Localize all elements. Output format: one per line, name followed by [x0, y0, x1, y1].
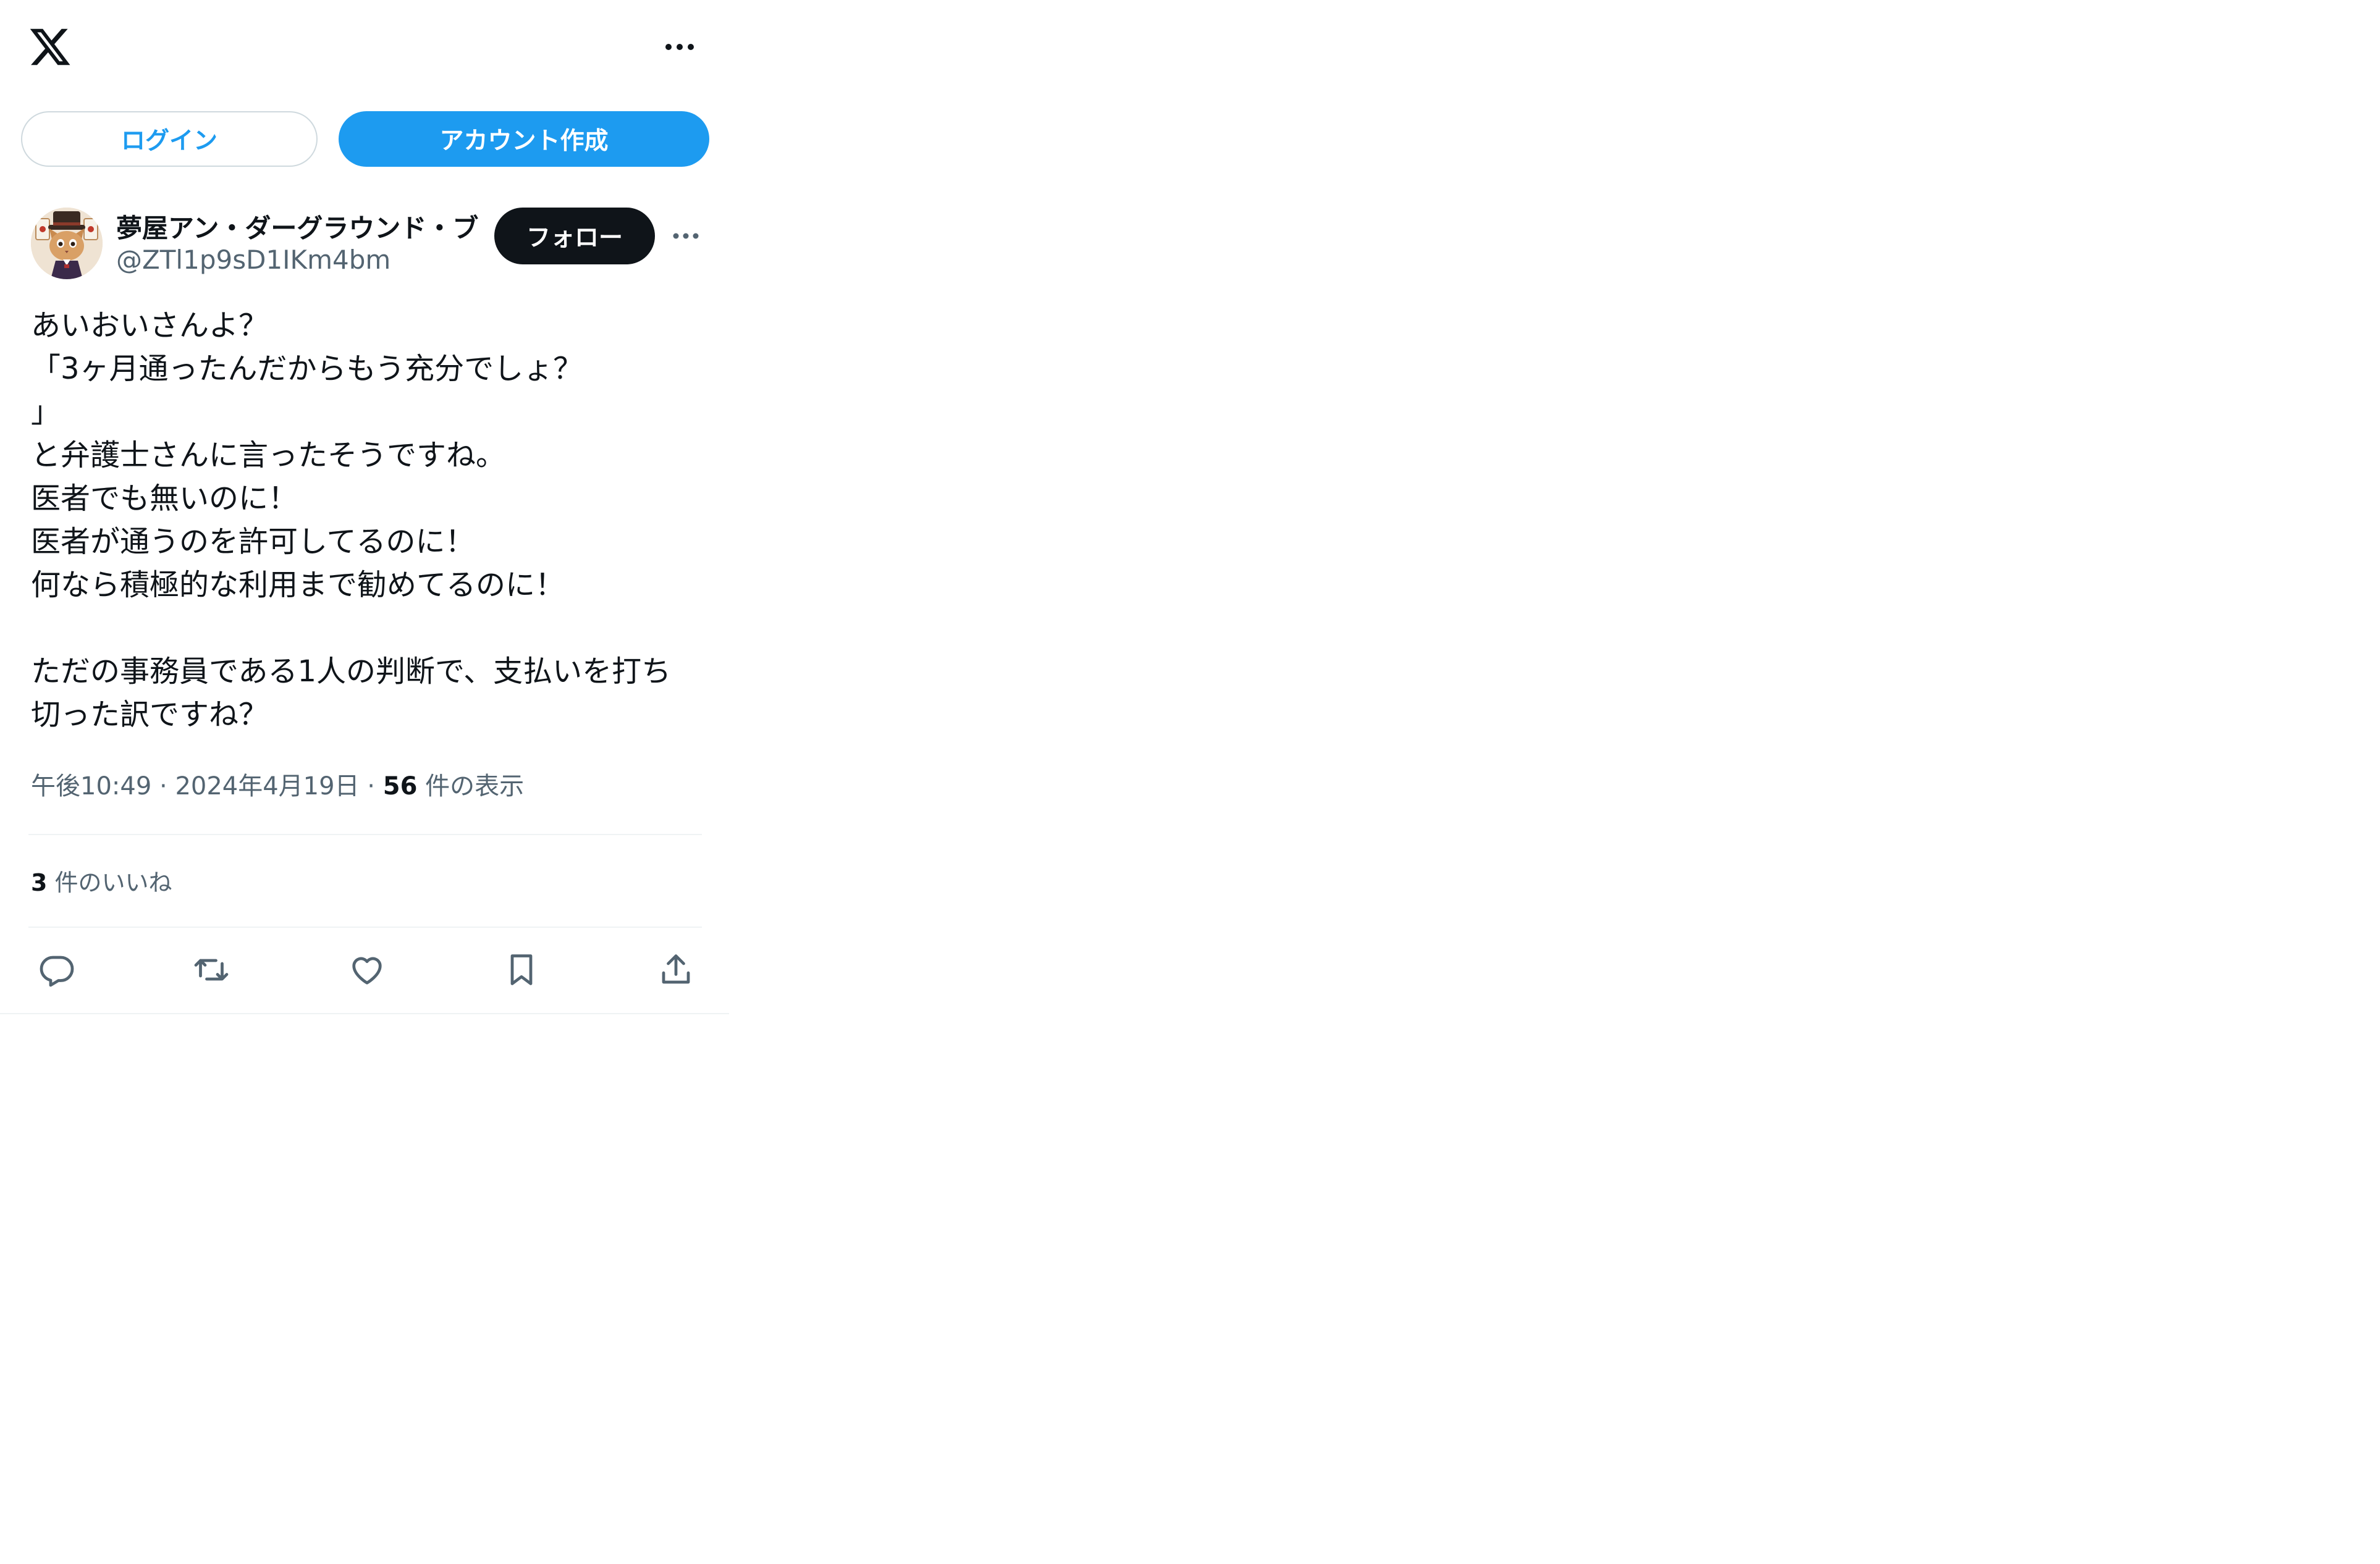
meta-separator: · — [359, 772, 383, 801]
reply-button[interactable] — [37, 950, 77, 990]
follow-button[interactable]: フォロー — [494, 208, 655, 264]
meta-separator: · — [151, 772, 175, 801]
share-button[interactable] — [656, 950, 696, 990]
retweet-icon — [194, 959, 229, 981]
login-button[interactable]: ログイン — [21, 111, 318, 167]
like-button[interactable] — [347, 950, 387, 990]
tweet-panel: ログイン アカウント作成 夢屋アン・ダーグラウンド・ブ @ZTl1p9sD1IK… — [0, 0, 729, 1014]
retweet-button[interactable] — [192, 950, 231, 990]
like-heart-icon — [352, 957, 382, 985]
author-display-name[interactable]: 夢屋アン・ダーグラウンド・ブ — [116, 208, 487, 245]
likes-count: 3 — [31, 869, 48, 896]
create-account-button[interactable]: アカウント作成 — [339, 111, 709, 167]
more-options-button[interactable] — [657, 32, 702, 62]
tweet-date[interactable]: 2024年4月19日 — [175, 772, 359, 801]
views-count: 56 — [382, 772, 418, 801]
top-bar — [0, 0, 729, 93]
views-label: 件の表示 — [425, 772, 525, 801]
tweet-text: あいおいさんよ？ 「3ヶ月通ったんだからもう充分でしょ？ 」 と弁護士さんに言っ… — [31, 308, 672, 732]
avatar[interactable] — [31, 208, 103, 279]
bookmark-button[interactable] — [502, 950, 541, 990]
bottom-border — [0, 1013, 729, 1014]
likes-label: 件のいいね — [54, 869, 172, 896]
tweet-time[interactable]: 午後10:49 — [31, 772, 151, 801]
divider — [28, 834, 702, 835]
bookmark-icon — [510, 954, 533, 985]
tweet-more-button[interactable] — [671, 225, 701, 247]
divider — [28, 927, 702, 928]
avatar-cat-icon — [31, 208, 103, 279]
x-logo-icon[interactable] — [28, 25, 72, 69]
tweet-metadata: 午後10:49 · 2024年4月19日 · 56 件の表示 — [31, 766, 524, 802]
reply-icon — [40, 956, 74, 987]
more-horizontal-icon — [673, 233, 699, 239]
share-upload-icon — [662, 954, 690, 984]
likes-summary[interactable]: 3 件のいいね — [31, 864, 172, 898]
more-horizontal-icon — [665, 44, 694, 50]
author-handle[interactable]: @ZTl1p9sD1IKm4bm — [116, 245, 390, 275]
